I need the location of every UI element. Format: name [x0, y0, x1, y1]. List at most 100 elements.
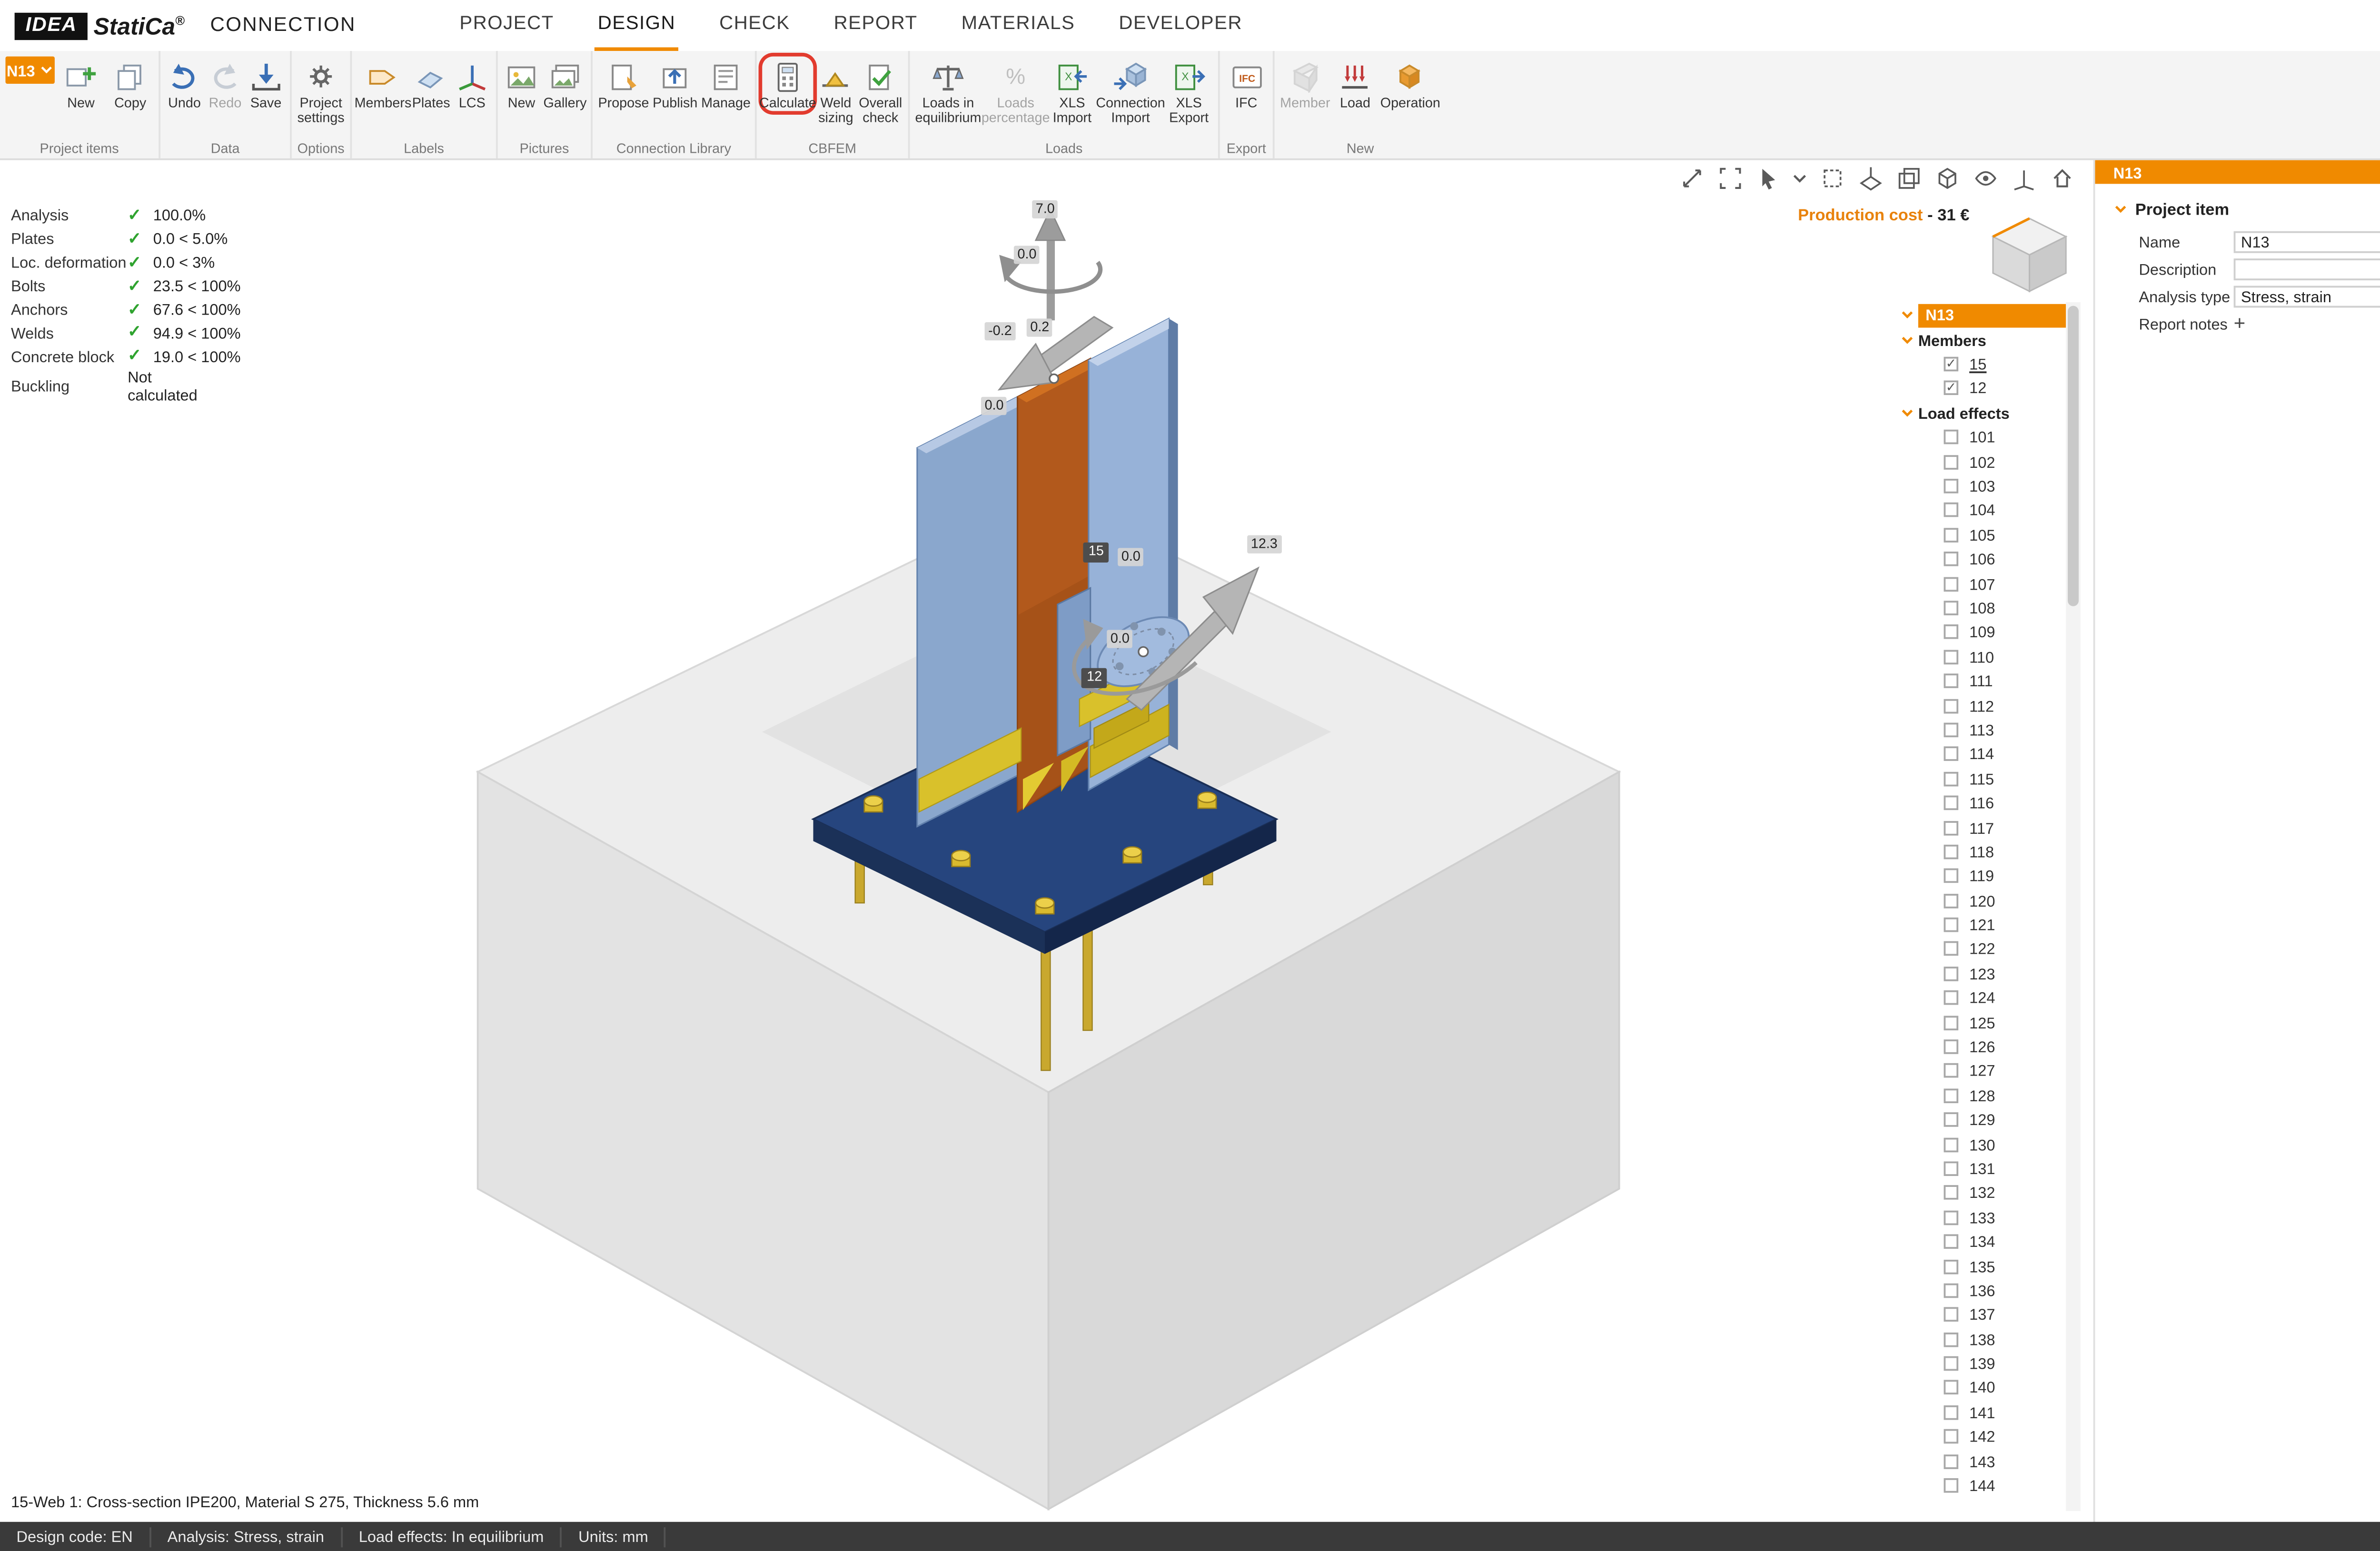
tree-load-effect-item[interactable]: ✓ 129: [1896, 1108, 2066, 1132]
load-effect-label[interactable]: 108: [1969, 599, 1995, 617]
tree-load-effect-item[interactable]: ✓ 135: [1896, 1254, 2066, 1278]
tree-load-effect-item[interactable]: ✓ 139: [1896, 1352, 2066, 1376]
load-effect-checkbox[interactable]: ✓: [1944, 942, 1959, 957]
tree-load-effect-item[interactable]: ✓ 112: [1896, 693, 2066, 718]
load-effect-label[interactable]: 113: [1969, 721, 1994, 739]
tab-report[interactable]: REPORT: [830, 0, 921, 51]
load-effect-checkbox[interactable]: ✓: [1944, 1186, 1959, 1201]
member-checkbox[interactable]: ✓: [1944, 381, 1959, 396]
member-label[interactable]: 12: [1969, 379, 1986, 397]
load-effect-checkbox[interactable]: ✓: [1944, 869, 1959, 884]
load-effect-checkbox[interactable]: ✓: [1944, 454, 1959, 469]
tab-materials[interactable]: MATERIALS: [958, 0, 1079, 51]
load-effect-label[interactable]: 103: [1969, 477, 1995, 495]
new-member-button[interactable]: Member: [1280, 57, 1330, 112]
load-effect-checkbox[interactable]: ✓: [1944, 601, 1959, 615]
load-effect-label[interactable]: 118: [1969, 843, 1994, 861]
tree-load-effect-item[interactable]: ✓ 143: [1896, 1449, 2066, 1473]
load-effect-label[interactable]: 143: [1969, 1452, 1995, 1470]
member-label[interactable]: 15: [1969, 355, 1986, 373]
tree-load-effect-item[interactable]: ✓ 121: [1896, 913, 2066, 937]
load-effect-checkbox[interactable]: ✓: [1944, 771, 1959, 786]
load-effect-label[interactable]: 122: [1969, 940, 1995, 958]
load-effect-checkbox[interactable]: ✓: [1944, 625, 1959, 640]
load-effect-checkbox[interactable]: ✓: [1944, 1210, 1959, 1225]
load-effect-label[interactable]: 128: [1969, 1087, 1995, 1105]
load-effect-label[interactable]: 107: [1969, 574, 1995, 593]
load-effect-checkbox[interactable]: ✓: [1944, 650, 1959, 664]
load-effect-checkbox[interactable]: ✓: [1944, 698, 1959, 713]
load-effect-label[interactable]: 142: [1969, 1428, 1995, 1446]
scrollbar-thumb[interactable]: [2068, 306, 2079, 606]
tree-load-effect-item[interactable]: ✓ 128: [1896, 1083, 2066, 1107]
load-effect-checkbox[interactable]: ✓: [1944, 1405, 1959, 1420]
load-effect-label[interactable]: 135: [1969, 1257, 1995, 1275]
tree-load-effect-item[interactable]: ✓ 113: [1896, 718, 2066, 742]
load-effect-checkbox[interactable]: ✓: [1944, 479, 1959, 494]
load-effect-label[interactable]: 112: [1969, 696, 1994, 714]
load-effect-label[interactable]: 136: [1969, 1282, 1995, 1300]
clip-plane-icon[interactable]: [1856, 164, 1884, 191]
tree-load-effect-item[interactable]: ✓ 124: [1896, 986, 2066, 1010]
load-effect-checkbox[interactable]: ✓: [1944, 1088, 1959, 1103]
tree-load-effect-item[interactable]: ✓ 133: [1896, 1205, 2066, 1229]
connection-import-button[interactable]: Connection Import: [1098, 57, 1163, 127]
tree-load-effect-item[interactable]: ✓ 123: [1896, 961, 2066, 986]
load-effect-checkbox[interactable]: ✓: [1944, 674, 1959, 689]
load-effect-label[interactable]: 116: [1969, 794, 1994, 812]
tree-load-effect-item[interactable]: ✓ 115: [1896, 766, 2066, 790]
tree-load-effect-item[interactable]: ✓ 131: [1896, 1156, 2066, 1181]
loads-in-equilibrium-button[interactable]: Loads in equilibrium: [915, 57, 981, 127]
select-mode-icon[interactable]: [1754, 164, 1781, 191]
load-effect-label[interactable]: 101: [1969, 428, 1995, 446]
new-picture-button[interactable]: New: [503, 57, 540, 112]
tree-load-effect-item[interactable]: ✓ 109: [1896, 620, 2066, 644]
visibility-icon[interactable]: [1971, 164, 1998, 191]
load-effect-checkbox[interactable]: ✓: [1944, 967, 1959, 981]
xls-export-button[interactable]: X XLS Export: [1167, 57, 1211, 127]
load-effect-checkbox[interactable]: ✓: [1944, 796, 1959, 810]
member-badge-12[interactable]: 12: [1081, 668, 1108, 687]
tree-load-effect-item[interactable]: ✓ 102: [1896, 450, 2066, 474]
load-effect-checkbox[interactable]: ✓: [1944, 1137, 1959, 1152]
load-effect-checkbox[interactable]: ✓: [1944, 1015, 1959, 1030]
gallery-button[interactable]: Gallery: [544, 57, 587, 112]
tree-section-load-effects[interactable]: Load effects: [1896, 401, 2066, 425]
chevron-down-icon[interactable]: [1896, 405, 1918, 420]
load-effect-label[interactable]: 119: [1969, 867, 1994, 885]
redo-button[interactable]: Redo: [207, 57, 244, 112]
load-effect-label[interactable]: 131: [1969, 1159, 1995, 1177]
load-effect-label[interactable]: 124: [1969, 989, 1995, 1007]
member-checkbox[interactable]: ✓: [1944, 357, 1959, 372]
tree-root-n13[interactable]: N13: [1896, 302, 2066, 328]
load-effect-checkbox[interactable]: ✓: [1944, 503, 1959, 518]
select-mode-dropdown-icon[interactable]: [1793, 164, 1807, 191]
tree-member-item[interactable]: ✓ 15: [1896, 352, 2066, 376]
new-operation-button[interactable]: Operation: [1380, 57, 1440, 112]
load-effect-label[interactable]: 130: [1969, 1135, 1995, 1153]
new-item-button[interactable]: New: [58, 57, 104, 112]
tab-check[interactable]: CHECK: [715, 0, 793, 51]
fit-view-icon[interactable]: [1716, 164, 1743, 191]
labels-plates-toggle[interactable]: Plates: [412, 57, 450, 112]
tree-load-effect-item[interactable]: ✓ 132: [1896, 1181, 2066, 1205]
tree-load-effect-item[interactable]: ✓ 101: [1896, 425, 2066, 449]
tree-load-effect-item[interactable]: ✓ 136: [1896, 1278, 2066, 1303]
project-item-selector[interactable]: N13: [5, 57, 54, 84]
load-effect-checkbox[interactable]: ✓: [1944, 1039, 1959, 1054]
tree-load-effect-item[interactable]: ✓ 127: [1896, 1059, 2066, 1083]
load-effect-checkbox[interactable]: ✓: [1944, 1064, 1959, 1078]
load-effect-checkbox[interactable]: ✓: [1944, 820, 1959, 835]
xls-import-button[interactable]: X XLS Import: [1050, 57, 1094, 127]
wireframe-cube-icon[interactable]: [1933, 164, 1960, 191]
new-load-button[interactable]: Load: [1334, 57, 1377, 112]
load-effect-label[interactable]: 138: [1969, 1330, 1995, 1348]
dimension-icon[interactable]: [1677, 164, 1705, 191]
load-effect-label[interactable]: 129: [1969, 1111, 1995, 1129]
load-effect-checkbox[interactable]: ✓: [1944, 1332, 1959, 1347]
tree-load-effect-item[interactable]: ✓ 130: [1896, 1132, 2066, 1156]
load-effect-label[interactable]: 140: [1969, 1379, 1995, 1397]
weld-sizing-button[interactable]: Weld sizing: [817, 57, 855, 127]
tree-load-effect-item[interactable]: ✓ 118: [1896, 840, 2066, 864]
propose-button[interactable]: Propose: [598, 57, 649, 112]
